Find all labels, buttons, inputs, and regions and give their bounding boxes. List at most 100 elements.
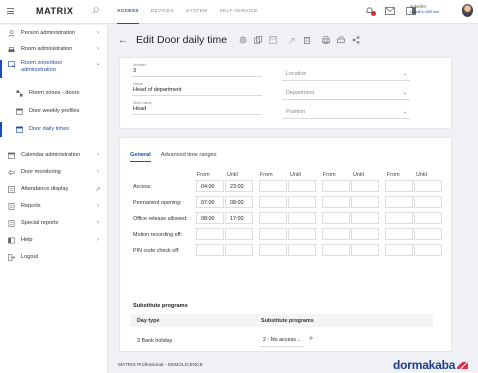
time-input[interactable] xyxy=(259,196,287,208)
time-input[interactable] xyxy=(322,228,350,240)
tab-advanced-time-ranges[interactable]: Advanced time ranges xyxy=(161,152,217,162)
time-input[interactable] xyxy=(351,180,379,192)
time-input[interactable] xyxy=(385,180,413,192)
main-content: ← Edit Door daily time Number 3 Name Hea… xyxy=(108,25,478,373)
time-input[interactable] xyxy=(414,196,442,208)
duplicate-icon[interactable] xyxy=(254,36,262,44)
tab-system[interactable]: SYSTEM xyxy=(186,0,208,24)
sidebar-item-attendance-display[interactable]: Attendance display ↗ xyxy=(0,183,108,195)
user-info: sckrefer Logoff in 899 min xyxy=(410,4,439,14)
menu-icon[interactable] xyxy=(7,8,14,14)
sidebar-item-door-monitoring[interactable]: Door monitoring › xyxy=(0,166,108,178)
time-input[interactable] xyxy=(385,212,413,224)
save-icon[interactable] xyxy=(269,36,277,44)
time-input[interactable]: 17:00 xyxy=(225,212,253,224)
time-input[interactable] xyxy=(385,196,413,208)
list-icon xyxy=(7,185,15,193)
time-input[interactable] xyxy=(414,180,442,192)
door-icon xyxy=(7,168,15,176)
time-input[interactable] xyxy=(259,228,287,240)
name-field[interactable]: Name Head of department xyxy=(132,82,262,96)
sidebar-item-help[interactable]: Help › xyxy=(0,234,108,246)
share-icon[interactable] xyxy=(352,36,360,44)
time-input[interactable] xyxy=(225,228,253,240)
time-input[interactable] xyxy=(351,212,379,224)
sidebar-item-door-weekly-profiles[interactable]: Door weekly profiles xyxy=(0,105,108,117)
room-zone-icon xyxy=(7,60,15,68)
calendar-icon xyxy=(15,126,23,134)
double-chevron-right-icon[interactable]: » xyxy=(309,335,313,342)
time-input[interactable] xyxy=(288,180,316,192)
time-input[interactable]: 08:00 xyxy=(196,212,224,224)
logoff-link[interactable]: Logoff in 899 min xyxy=(410,10,439,14)
sidebar-item-door-daily-times[interactable]: Door daily times xyxy=(0,122,108,137)
sidebar-item-room-zones-doors[interactable]: Room zones - doors xyxy=(0,87,108,99)
time-input[interactable] xyxy=(259,244,287,256)
flag-icon[interactable] xyxy=(288,36,296,44)
tab-devices[interactable]: DEVICES xyxy=(151,0,174,24)
time-input[interactable] xyxy=(196,244,224,256)
mail-icon[interactable] xyxy=(385,6,395,15)
department-select[interactable]: Department ⌄ xyxy=(282,86,410,100)
time-input[interactable]: 04:00 xyxy=(196,180,224,192)
bell-icon[interactable] xyxy=(365,6,376,16)
sidebar-item-logout[interactable]: Logout xyxy=(0,251,108,263)
time-input[interactable] xyxy=(259,212,287,224)
search-icon[interactable] xyxy=(92,7,99,14)
table-row: 3 Bank holiday xyxy=(137,338,173,344)
time-input[interactable]: 07:00 xyxy=(196,196,224,208)
time-input[interactable] xyxy=(259,180,287,192)
time-input[interactable] xyxy=(414,212,442,224)
time-input[interactable] xyxy=(196,228,224,240)
sidebar-item-reports[interactable]: Reports › xyxy=(0,200,108,212)
sidebar-item-person-administration[interactable]: Person administration › xyxy=(0,27,108,39)
position-select[interactable]: Position ⌄ xyxy=(282,105,410,119)
time-input[interactable] xyxy=(288,196,316,208)
time-input[interactable] xyxy=(351,244,379,256)
copy-icon[interactable] xyxy=(239,36,247,44)
sidebar-item-room-zone-door-administration[interactable]: Room zone/door administration ⌄ xyxy=(0,60,108,78)
time-input[interactable]: 23:00 xyxy=(225,180,253,192)
location-select[interactable]: Location ⌄ xyxy=(282,67,410,81)
room-icon xyxy=(7,45,15,53)
time-input[interactable] xyxy=(322,212,350,224)
time-input[interactable]: 08:00 xyxy=(225,196,253,208)
delete-icon[interactable] xyxy=(303,36,311,44)
row-label-permanent-opening: Permanent opening: xyxy=(133,200,182,206)
tab-self-service[interactable]: SELF-SERVICE xyxy=(220,0,258,24)
sidebar-item-room-administration[interactable]: Room administration › xyxy=(0,43,108,55)
time-input[interactable] xyxy=(385,228,413,240)
sidebar-item-calendar-administration[interactable]: Calendar administration › xyxy=(0,149,108,161)
time-input[interactable] xyxy=(225,244,253,256)
avatar[interactable] xyxy=(462,4,473,17)
print-icon[interactable] xyxy=(322,36,330,44)
sidebar-item-special-reports[interactable]: Special reports › xyxy=(0,217,108,229)
calendar-icon xyxy=(7,151,15,159)
time-input[interactable] xyxy=(385,244,413,256)
time-input[interactable] xyxy=(322,196,350,208)
col-header-from-4: From xyxy=(387,172,400,178)
top-bar: MATRIX ACCESS DEVICES SYSTEM SELF-SERVIC… xyxy=(0,0,478,24)
time-input[interactable] xyxy=(351,228,379,240)
number-field[interactable]: Number 3 xyxy=(132,63,262,77)
chevron-right-icon: › xyxy=(97,203,99,209)
time-input[interactable] xyxy=(414,228,442,240)
tab-access[interactable]: ACCESS xyxy=(117,0,139,24)
col-header-until-2: Until xyxy=(290,172,301,178)
time-input[interactable] xyxy=(414,244,442,256)
substitute-program-select[interactable]: 2 - No access ⌄ xyxy=(260,334,304,347)
chevron-down-icon: ⌄ xyxy=(402,90,407,96)
dormakaba-logo: dormakaba xyxy=(393,358,469,372)
time-input[interactable] xyxy=(322,180,350,192)
logo-mark-icon xyxy=(457,362,469,369)
back-arrow-icon[interactable]: ← xyxy=(118,35,128,46)
time-input[interactable] xyxy=(322,244,350,256)
time-input[interactable] xyxy=(351,196,379,208)
time-input[interactable] xyxy=(288,228,316,240)
short-name-field[interactable]: Short name Head xyxy=(132,101,262,115)
time-input[interactable] xyxy=(288,244,316,256)
tab-general[interactable]: General xyxy=(130,152,151,162)
time-input[interactable] xyxy=(288,212,316,224)
print-preview-icon[interactable] xyxy=(337,36,345,44)
chevron-down-icon: ⌄ xyxy=(402,109,407,115)
